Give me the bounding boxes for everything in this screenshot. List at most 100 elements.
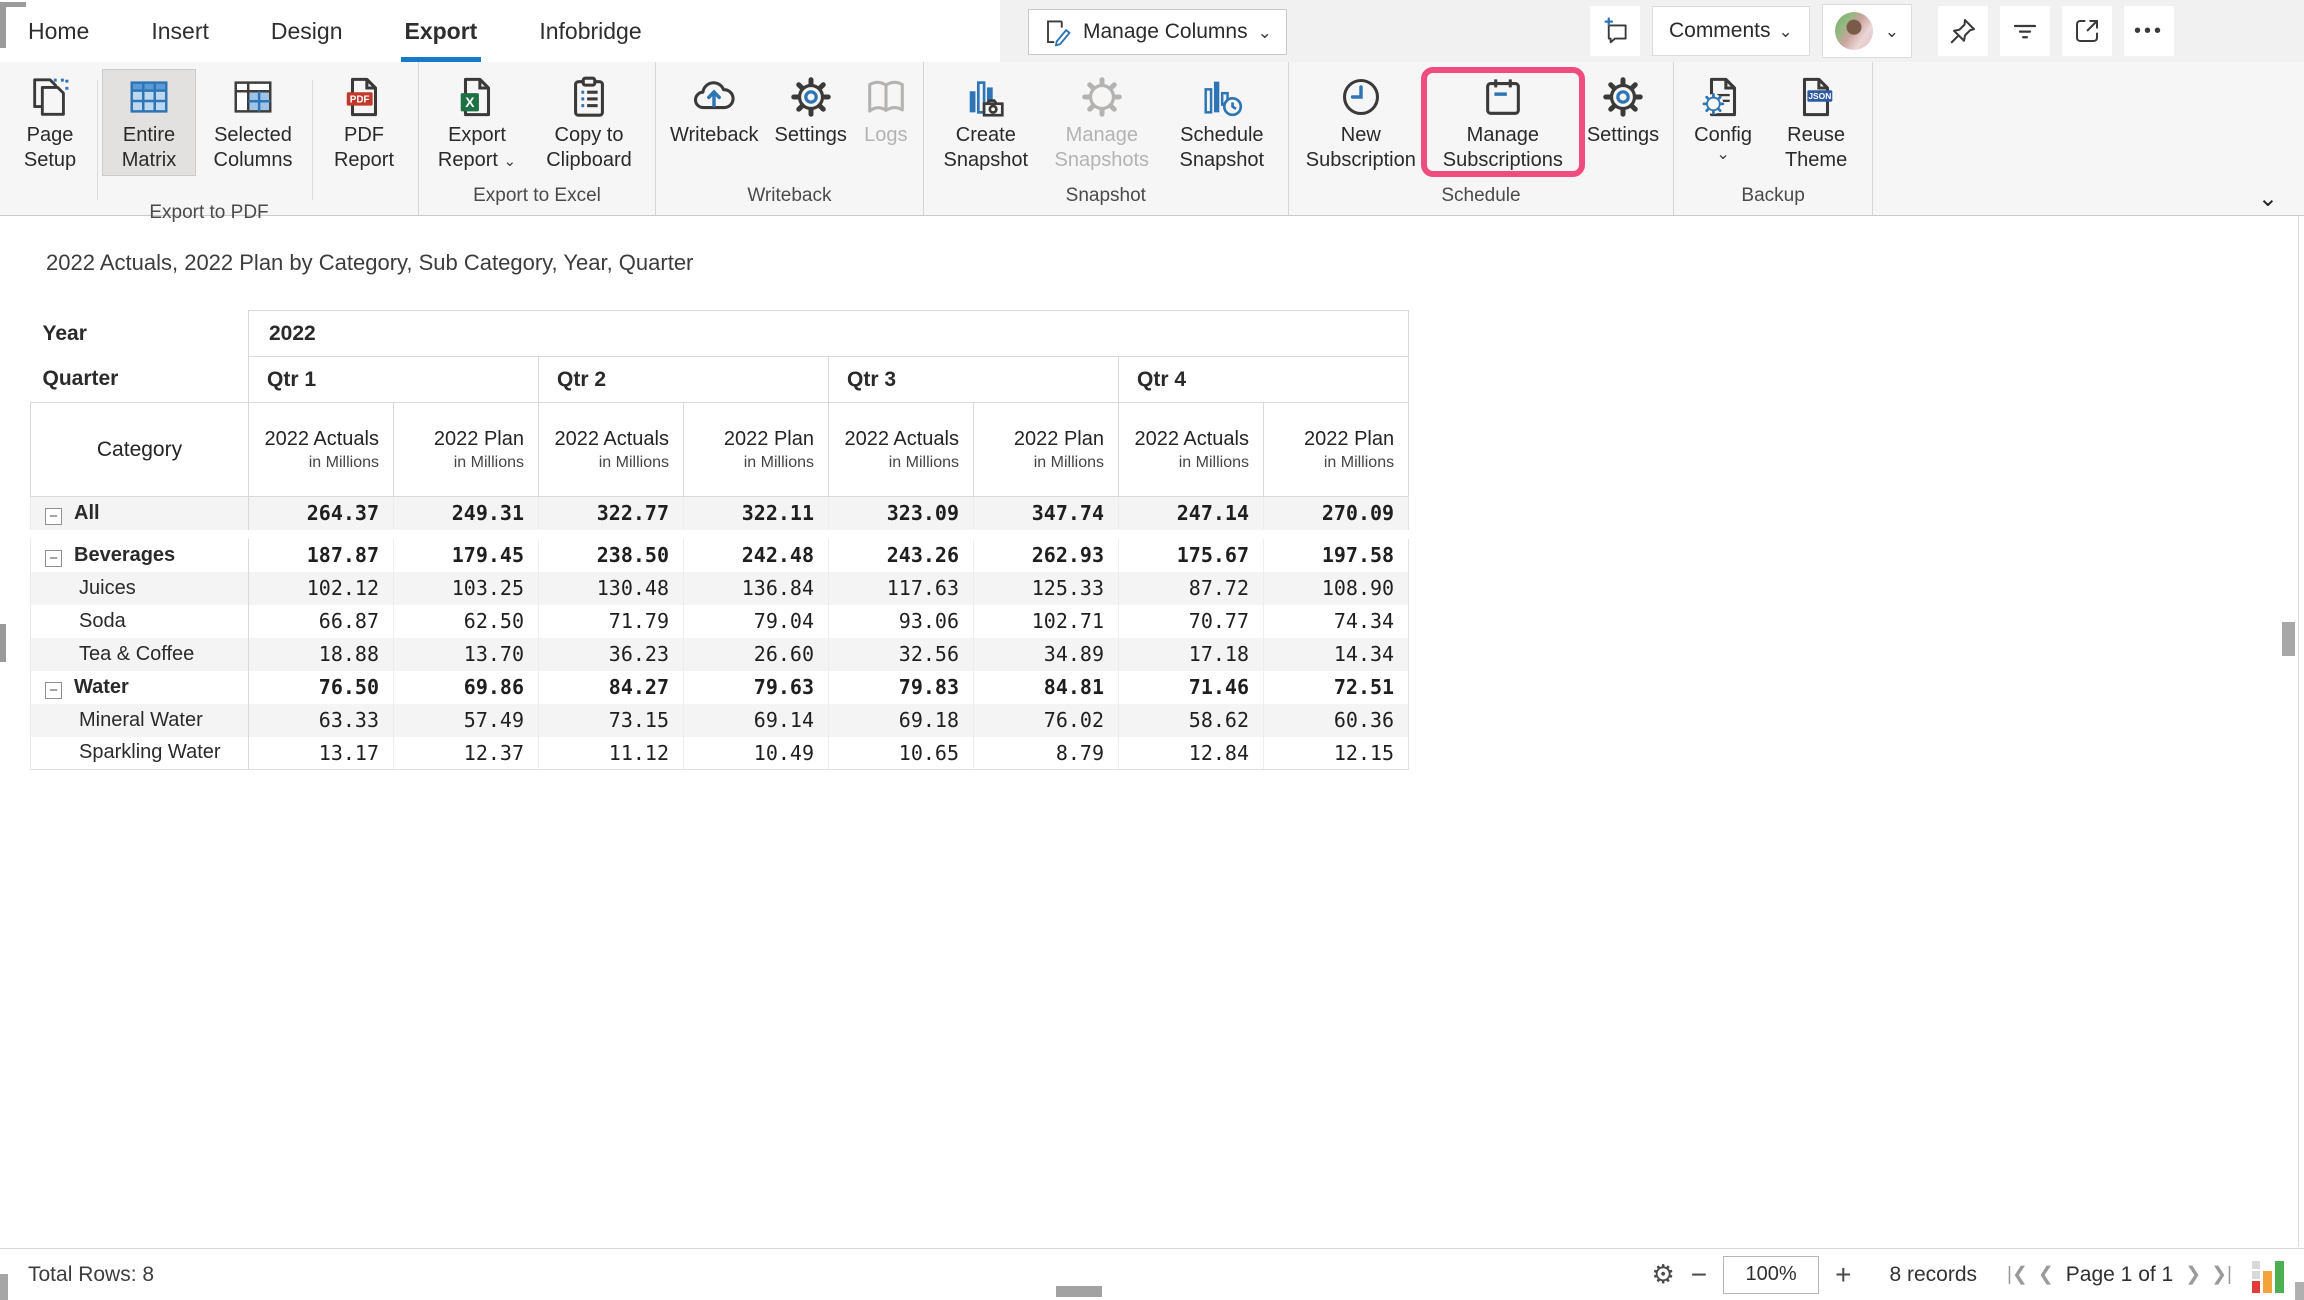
value-cell[interactable]: 8.79 [974, 737, 1119, 770]
row-label-cell[interactable]: −All [31, 497, 249, 530]
value-cell[interactable]: 14.34 [1264, 638, 1409, 671]
measure-header-cell[interactable]: 2022 Actualsin Millions [1119, 403, 1264, 497]
tab-insert[interactable]: Insert [147, 18, 213, 62]
row-label-cell[interactable]: −Water [31, 671, 249, 704]
quarter-header-cell[interactable]: Qtr 3 [829, 357, 1119, 403]
value-cell[interactable]: 69.14 [684, 704, 829, 737]
value-cell[interactable]: 84.27 [539, 671, 684, 704]
value-cell[interactable]: 197.58 [1264, 539, 1409, 572]
tab-export[interactable]: Export [401, 18, 482, 62]
value-cell[interactable]: 102.71 [974, 605, 1119, 638]
measure-header-cell[interactable]: 2022 Planin Millions [1264, 403, 1409, 497]
writeback-button[interactable]: Writeback [664, 70, 765, 150]
value-cell[interactable]: 63.33 [249, 704, 394, 737]
value-cell[interactable]: 57.49 [394, 704, 539, 737]
value-cell[interactable]: 69.86 [394, 671, 539, 704]
value-cell[interactable]: 130.48 [539, 572, 684, 605]
add-comment-button[interactable] [1590, 6, 1640, 56]
value-cell[interactable]: 17.18 [1119, 638, 1264, 671]
value-cell[interactable]: 136.84 [684, 572, 829, 605]
collapse-icon[interactable]: − [45, 550, 62, 567]
value-cell[interactable]: 70.77 [1119, 605, 1264, 638]
value-cell[interactable]: 76.02 [974, 704, 1119, 737]
category-header[interactable]: Category [31, 403, 249, 497]
previous-page-button[interactable]: ❮ [2038, 1263, 2054, 1286]
value-cell[interactable]: 18.88 [249, 638, 394, 671]
tab-infobridge[interactable]: Infobridge [535, 18, 645, 62]
copy-to-clipboard-button[interactable]: Copy to Clipboard [531, 70, 647, 175]
reuse-theme-button[interactable]: JSON Reuse Theme [1768, 70, 1864, 175]
value-cell[interactable]: 187.87 [249, 539, 394, 572]
measure-header-cell[interactable]: 2022 Planin Millions [974, 403, 1119, 497]
year-value[interactable]: 2022 [249, 311, 1409, 357]
value-cell[interactable]: 238.50 [539, 539, 684, 572]
first-page-button[interactable]: |❮ [2007, 1263, 2028, 1286]
writeback-settings-button[interactable]: Settings [769, 70, 853, 150]
measure-header-cell[interactable]: 2022 Planin Millions [394, 403, 539, 497]
row-label-cell[interactable]: Juices [31, 572, 249, 605]
focus-mode-button[interactable] [2062, 6, 2112, 56]
value-cell[interactable]: 323.09 [829, 497, 974, 530]
value-cell[interactable]: 73.15 [539, 704, 684, 737]
value-cell[interactable]: 72.51 [1264, 671, 1409, 704]
value-cell[interactable]: 125.33 [974, 572, 1119, 605]
value-cell[interactable]: 264.37 [249, 497, 394, 530]
manage-subscriptions-button[interactable]: Manage Subscriptions [1429, 70, 1577, 175]
value-cell[interactable]: 322.11 [684, 497, 829, 530]
left-scrollbar-thumb[interactable] [0, 624, 6, 662]
collapse-icon[interactable]: − [45, 682, 62, 699]
horizontal-scrollbar-thumb[interactable] [1056, 1286, 1102, 1297]
value-cell[interactable]: 10.49 [684, 737, 829, 770]
collapse-icon[interactable]: − [45, 508, 62, 525]
value-cell[interactable]: 26.60 [684, 638, 829, 671]
zoom-in-button[interactable]: + [1835, 1261, 1851, 1289]
value-cell[interactable]: 13.17 [249, 737, 394, 770]
zoom-level-input[interactable]: 100% [1723, 1256, 1819, 1294]
value-cell[interactable]: 103.25 [394, 572, 539, 605]
value-cell[interactable]: 58.62 [1119, 704, 1264, 737]
value-cell[interactable]: 262.93 [974, 539, 1119, 572]
vertical-scrollbar-thumb[interactable] [2282, 622, 2295, 656]
pin-button[interactable] [1938, 6, 1988, 56]
row-label-cell[interactable]: −Beverages [31, 539, 249, 572]
selected-columns-button[interactable]: Selected Columns [199, 70, 307, 175]
manage-columns-button[interactable]: Manage Columns ⌄ [1028, 9, 1287, 55]
value-cell[interactable]: 74.34 [1264, 605, 1409, 638]
value-cell[interactable]: 32.56 [829, 638, 974, 671]
more-options-button[interactable]: ••• [2124, 6, 2174, 56]
value-cell[interactable]: 79.63 [684, 671, 829, 704]
value-cell[interactable]: 13.70 [394, 638, 539, 671]
value-cell[interactable]: 79.04 [684, 605, 829, 638]
next-page-button[interactable]: ❯ [2185, 1263, 2201, 1286]
value-cell[interactable]: 243.26 [829, 539, 974, 572]
quarter-header-cell[interactable]: Qtr 1 [249, 357, 539, 403]
value-cell[interactable]: 11.12 [539, 737, 684, 770]
value-cell[interactable]: 117.63 [829, 572, 974, 605]
value-cell[interactable]: 102.12 [249, 572, 394, 605]
filter-button[interactable] [2000, 6, 2050, 56]
entire-matrix-button[interactable]: Entire Matrix [103, 70, 195, 175]
value-cell[interactable]: 62.50 [394, 605, 539, 638]
value-cell[interactable]: 12.37 [394, 737, 539, 770]
value-cell[interactable]: 69.18 [829, 704, 974, 737]
measure-header-cell[interactable]: 2022 Actualsin Millions [829, 403, 974, 497]
config-button[interactable]: Config ⌄ [1682, 70, 1764, 164]
quarter-header-cell[interactable]: Qtr 4 [1119, 357, 1409, 403]
value-cell[interactable]: 93.06 [829, 605, 974, 638]
tab-design[interactable]: Design [267, 18, 347, 62]
comments-button[interactable]: Comments ⌄ [1652, 6, 1810, 56]
value-cell[interactable]: 249.31 [394, 497, 539, 530]
value-cell[interactable]: 36.23 [539, 638, 684, 671]
value-cell[interactable]: 79.83 [829, 671, 974, 704]
new-subscription-button[interactable]: New Subscription [1297, 70, 1425, 175]
create-snapshot-button[interactable]: Create Snapshot [932, 70, 1040, 175]
value-cell[interactable]: 179.45 [394, 539, 539, 572]
page-setup-button[interactable]: Page Setup [8, 70, 92, 175]
value-cell[interactable]: 87.72 [1119, 572, 1264, 605]
settings-gear-icon[interactable]: ⚙ [1651, 1259, 1674, 1290]
value-cell[interactable]: 12.15 [1264, 737, 1409, 770]
value-cell[interactable]: 175.67 [1119, 539, 1264, 572]
value-cell[interactable]: 34.89 [974, 638, 1119, 671]
value-cell[interactable]: 12.84 [1119, 737, 1264, 770]
schedule-settings-button[interactable]: Settings [1581, 70, 1665, 150]
